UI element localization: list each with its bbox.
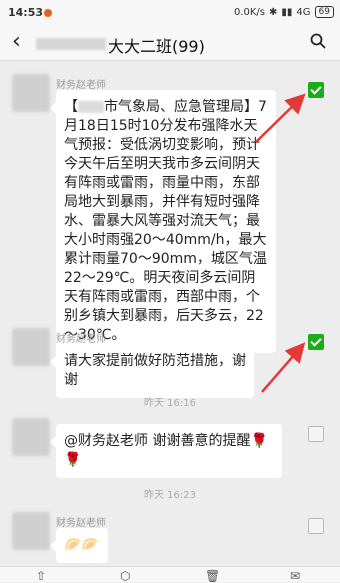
annotation-arrows [255, 93, 306, 393]
annotation-arrow [261, 342, 306, 393]
bottom-toolbar: ⇧ ⬡ 🗑 ✉ [0, 566, 340, 583]
annotation-arrow [255, 93, 306, 143]
